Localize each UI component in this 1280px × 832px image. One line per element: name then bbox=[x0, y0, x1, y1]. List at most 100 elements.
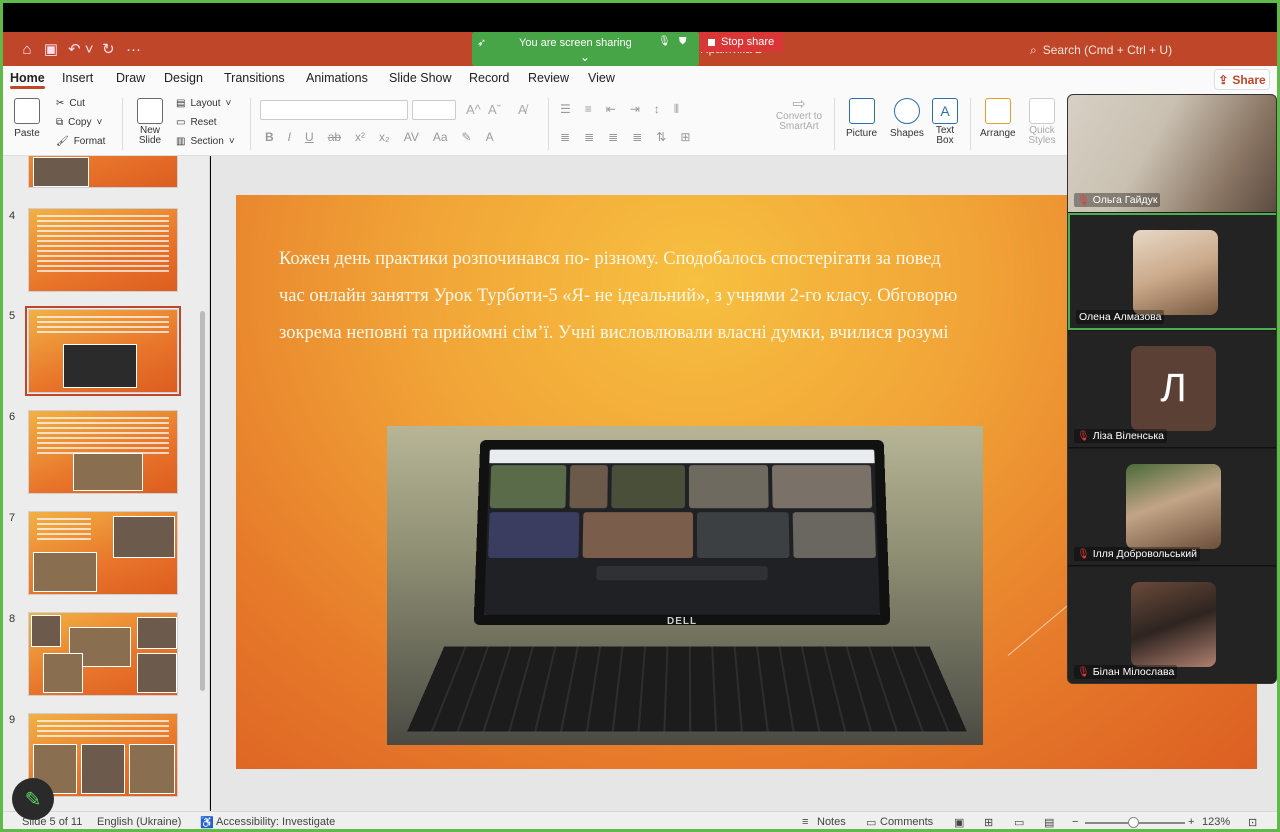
char-spacing-icon[interactable]: AV bbox=[404, 130, 419, 144]
decrease-font-icon[interactable]: Aˇ bbox=[488, 102, 501, 117]
participant-tile[interactable]: 🎙︎ Ольга Гайдук bbox=[1068, 95, 1276, 212]
participant-tile[interactable]: Л 🎙︎ Ліза Віленська bbox=[1068, 331, 1276, 448]
strikethrough-icon[interactable]: ab bbox=[328, 130, 341, 144]
layout-button[interactable]: ▤ Layout ˅ bbox=[176, 98, 231, 109]
font-size-select[interactable] bbox=[412, 100, 456, 120]
tab-record[interactable]: Record bbox=[469, 71, 509, 85]
redo-icon[interactable]: ↻ bbox=[102, 32, 118, 66]
stop-share-button[interactable]: Stop share bbox=[700, 32, 783, 52]
comments-icon[interactable]: ▭ bbox=[866, 816, 876, 829]
columns-icon[interactable]: ⫴ bbox=[674, 102, 679, 117]
shield-icon[interactable]: ⛊ bbox=[679, 36, 687, 47]
slideshow-view-icon[interactable]: ▤ bbox=[1044, 816, 1054, 829]
indent-decrease-icon[interactable]: ⇤ bbox=[606, 102, 616, 117]
tab-slide-show[interactable]: Slide Show bbox=[389, 71, 452, 85]
numbering-icon[interactable]: ≡ bbox=[585, 102, 592, 117]
undo-icon[interactable]: ↶ ˅ bbox=[68, 32, 94, 66]
cut-button[interactable]: ✂ Cut bbox=[56, 98, 85, 109]
indent-increase-icon[interactable]: ⇥ bbox=[630, 102, 640, 117]
quick-styles-button[interactable]: Quick Styles bbox=[1026, 98, 1058, 146]
home-icon[interactable]: ⌂ bbox=[18, 32, 36, 66]
slide-thumbnail-9[interactable] bbox=[28, 713, 178, 797]
change-case-icon[interactable]: Aa bbox=[433, 130, 448, 144]
section-button[interactable]: ▥ Section ˅ bbox=[176, 136, 235, 147]
slide-sorter-icon[interactable]: ⊞ bbox=[984, 816, 993, 829]
align-left-icon[interactable]: ≣ bbox=[560, 130, 570, 144]
text-direction-icon[interactable]: ⇅ bbox=[656, 130, 666, 144]
accessibility-status[interactable]: Accessibility: Investigate bbox=[216, 816, 335, 828]
align-right-icon[interactable]: ≣ bbox=[608, 130, 618, 144]
share-label: Share bbox=[1232, 72, 1266, 87]
bullets-icon[interactable]: ☰ bbox=[560, 102, 571, 117]
annotate-pencil-button[interactable]: ✎ bbox=[12, 778, 54, 820]
participant-tile[interactable]: 🎙︎ Ілля Добровольський bbox=[1068, 449, 1276, 566]
slide-thumbnail-5[interactable] bbox=[25, 306, 181, 396]
participant-tile[interactable]: 🎙︎ Білан Мілослава bbox=[1068, 567, 1276, 683]
comments-button[interactable]: Comments bbox=[880, 816, 933, 828]
reading-view-icon[interactable]: ▭ bbox=[1014, 816, 1024, 829]
picture-button[interactable]: Picture bbox=[846, 98, 877, 139]
increase-font-icon[interactable]: A^ bbox=[466, 102, 481, 117]
new-slide-button[interactable]: New Slide bbox=[134, 98, 166, 146]
align-center-icon[interactable]: ≣ bbox=[584, 130, 594, 144]
tab-home[interactable]: Home bbox=[10, 71, 45, 89]
superscript-icon[interactable]: x² bbox=[355, 130, 365, 144]
chevron-down-icon[interactable]: ⌄ bbox=[580, 50, 590, 64]
highlight-icon[interactable]: ✎ bbox=[462, 130, 472, 144]
tab-view[interactable]: View bbox=[588, 71, 615, 85]
convert-smartart-button[interactable]: ⇨ Convert to SmartArt bbox=[775, 96, 823, 132]
font-family-select[interactable] bbox=[260, 100, 408, 120]
slide-thumbnail-8[interactable] bbox=[28, 612, 178, 696]
zoom-level[interactable]: 123% bbox=[1202, 816, 1230, 828]
tab-design[interactable]: Design bbox=[164, 71, 203, 85]
align-text-icon[interactable]: ⊞ bbox=[680, 130, 690, 144]
zoom-in-icon[interactable]: + bbox=[1188, 816, 1194, 828]
language-indicator[interactable]: English (Ukraine) bbox=[97, 816, 181, 828]
line-spacing-icon[interactable]: ↕ bbox=[654, 102, 660, 117]
notes-icon[interactable]: ≡ bbox=[802, 816, 808, 828]
mic-off-icon[interactable]: 🎙︎ bbox=[658, 36, 671, 47]
bold-icon[interactable]: B bbox=[265, 130, 274, 144]
accessibility-icon[interactable]: ♿ bbox=[200, 816, 214, 829]
text-box-button[interactable]: A Text Box bbox=[932, 98, 958, 146]
fit-slide-icon[interactable]: ⊡ bbox=[1248, 816, 1257, 829]
participant-tile[interactable]: Олена Алмазова bbox=[1068, 213, 1276, 330]
share-button[interactable]: ⇪ Share bbox=[1214, 69, 1270, 90]
laptop-photo[interactable]: DELL bbox=[387, 426, 983, 745]
clear-format-icon[interactable]: A̸ bbox=[518, 102, 527, 117]
italic-icon[interactable]: I bbox=[288, 130, 291, 144]
normal-view-icon[interactable]: ▣ bbox=[954, 816, 964, 829]
paste-button[interactable]: Paste bbox=[14, 98, 40, 139]
reset-button[interactable]: ▭ Reset bbox=[176, 117, 217, 128]
tab-insert[interactable]: Insert bbox=[62, 71, 93, 85]
participants-panel[interactable]: 🎙︎ Ольга Гайдук Олена Алмазова Л 🎙︎ Ліза В… bbox=[1067, 94, 1277, 684]
format-painter-button[interactable]: 🖌︎ Format bbox=[56, 136, 105, 147]
arrange-button[interactable]: Arrange bbox=[980, 98, 1016, 139]
subscript-icon[interactable]: x₂ bbox=[379, 130, 390, 144]
slide-thumbnail-4[interactable] bbox=[28, 208, 178, 292]
search-box[interactable]: ⌕ Search (Cmd + Ctrl + U) bbox=[1030, 39, 1266, 61]
screen-sharing-bar[interactable]: ➶ You are screen sharing 🎙︎ ⛊ ⌄ bbox=[472, 32, 699, 66]
thumbnail-scrollbar[interactable] bbox=[200, 311, 205, 691]
slide-thumbnail-3[interactable] bbox=[28, 156, 178, 188]
zoom-slider-handle[interactable] bbox=[1128, 817, 1139, 828]
shapes-button[interactable]: Shapes bbox=[890, 98, 924, 139]
tab-transitions[interactable]: Transitions bbox=[224, 71, 285, 85]
tab-review[interactable]: Review bbox=[528, 71, 569, 85]
tab-draw[interactable]: Draw bbox=[116, 71, 145, 85]
more-icon[interactable]: ··· bbox=[126, 32, 142, 66]
save-icon[interactable]: ▣ bbox=[42, 32, 60, 66]
underline-icon[interactable]: U bbox=[305, 130, 314, 144]
copy-button[interactable]: ⧉ Copy ˅ bbox=[56, 117, 102, 128]
slide-thumbnail-pane[interactable]: 4 5 6 7 8 9 bbox=[0, 156, 210, 811]
font-color-icon[interactable]: A bbox=[486, 130, 494, 144]
zoom-out-icon[interactable]: − bbox=[1072, 816, 1078, 828]
slide-thumbnail-6[interactable] bbox=[28, 410, 178, 494]
slide-thumbnail-7[interactable] bbox=[28, 511, 178, 595]
laptop-brand-logo: DELL bbox=[667, 616, 698, 627]
status-bar: Slide 5 of 11 English (Ukraine) ♿ Access… bbox=[0, 811, 1280, 832]
smartart-icon: ⇨ bbox=[792, 96, 806, 113]
tab-animations[interactable]: Animations bbox=[306, 71, 368, 85]
notes-button[interactable]: Notes bbox=[817, 816, 846, 828]
justify-icon[interactable]: ≣ bbox=[632, 130, 642, 144]
